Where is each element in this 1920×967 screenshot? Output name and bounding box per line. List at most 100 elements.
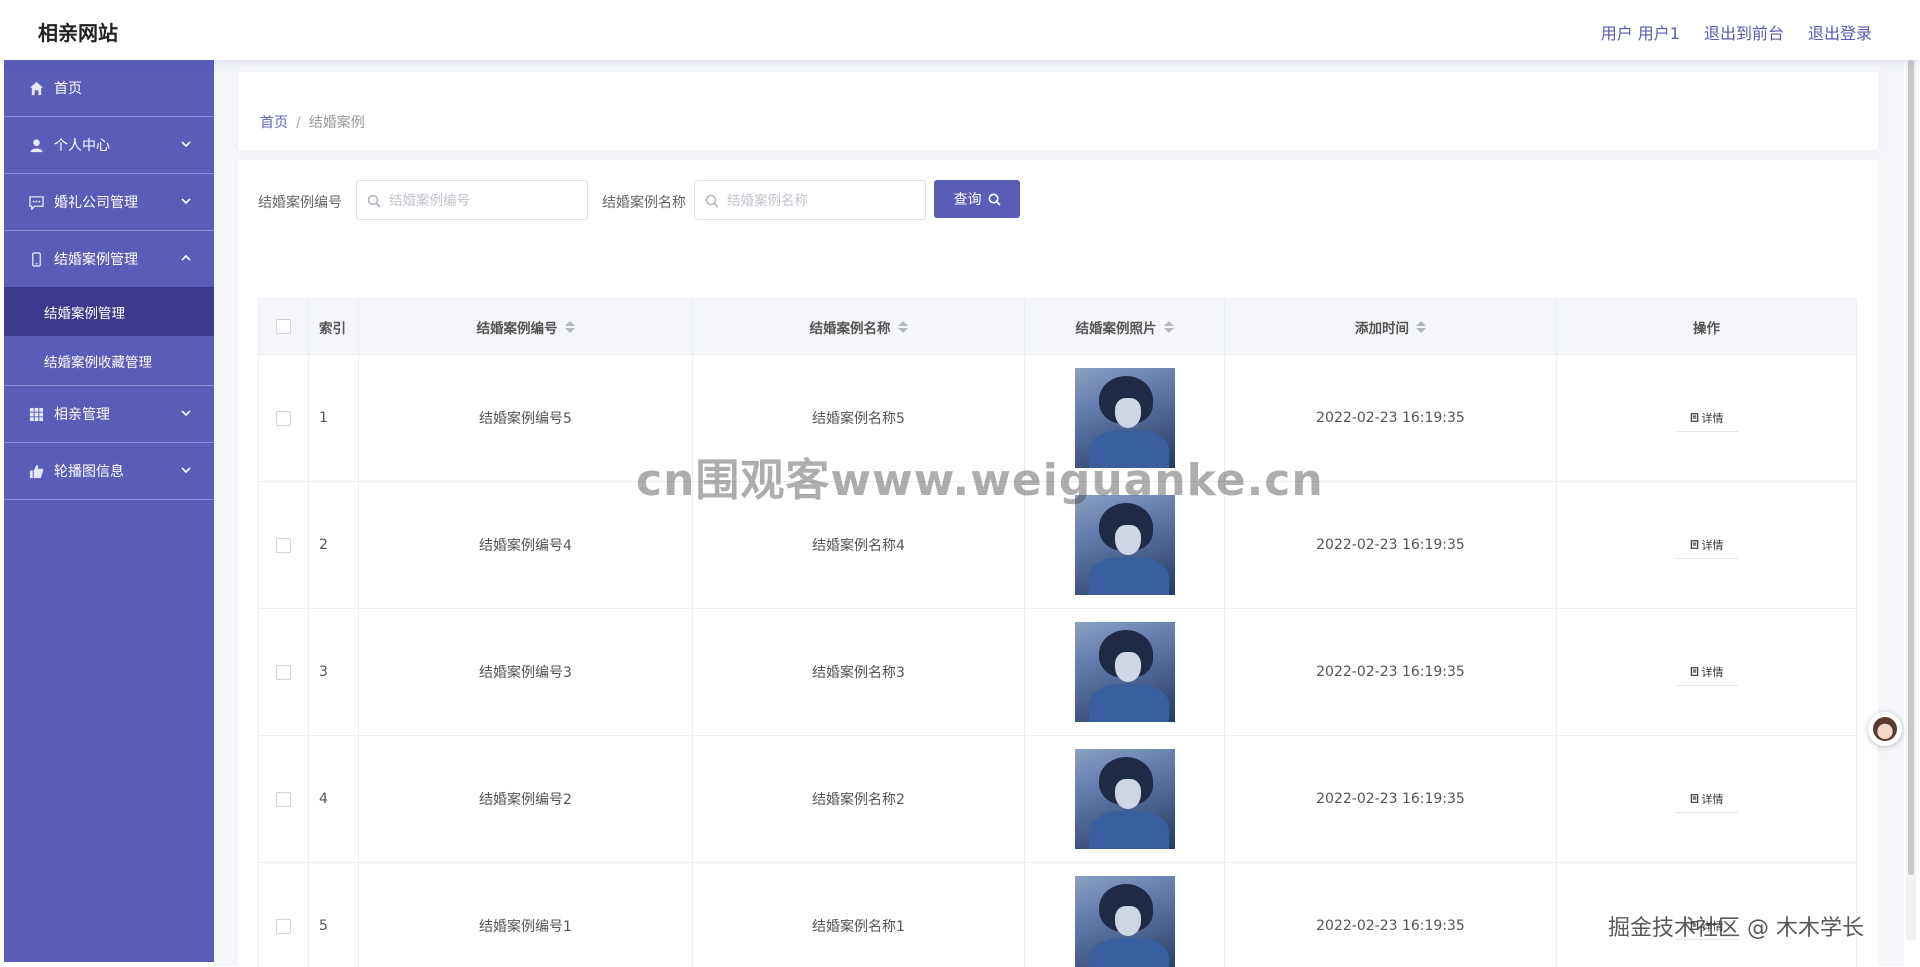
search-name-field[interactable] xyxy=(694,180,926,220)
row-name: 结婚案例名称1 xyxy=(693,863,1025,967)
row-checkbox[interactable] xyxy=(276,664,291,680)
row-checkbox[interactable] xyxy=(276,918,291,934)
main-area: 首页 / 结婚案例 结婚案例编号 结婚案例名称 查询 索引 结婚案例编号 结婚案例名… xyxy=(214,60,1904,967)
sidebar-subitem-case-manage[interactable]: 结婚案例管理 xyxy=(4,287,214,336)
detail-button-label: 详情 xyxy=(1701,919,1724,933)
table-header-row: 索引 结婚案例编号 结婚案例名称 结婚案例照片 添加时间 操作 xyxy=(259,299,1857,355)
query-button-label: 查询 xyxy=(953,192,982,208)
row-op-cell: 详情 xyxy=(1557,355,1857,481)
case-photo[interactable] xyxy=(1074,495,1175,595)
sidebar-item-label: 个人中心 xyxy=(54,138,110,154)
sidebar-item-personal[interactable]: 个人中心 xyxy=(4,117,214,174)
to-front-link[interactable]: 退出到前台 xyxy=(1704,20,1784,44)
row-time: 2022-02-23 16:19:35 xyxy=(1225,736,1557,862)
phone-icon xyxy=(28,251,44,267)
submenu-wedding-case: 结婚案例管理 结婚案例收藏管理 xyxy=(4,287,214,386)
home-icon xyxy=(28,80,44,96)
header-time-label: 添加时间 xyxy=(1355,320,1409,337)
row-op-cell: 详情 xyxy=(1557,736,1857,862)
header-no[interactable]: 结婚案例编号 xyxy=(359,299,693,354)
header-photo[interactable]: 结婚案例照片 xyxy=(1025,299,1225,354)
sort-icon[interactable] xyxy=(1163,320,1174,333)
case-photo[interactable] xyxy=(1074,876,1175,967)
case-photo[interactable] xyxy=(1074,622,1175,722)
search-no-input[interactable] xyxy=(387,189,581,213)
sidebar-item-wedding-company[interactable]: 婚礼公司管理 xyxy=(4,174,214,231)
sidebar-item-label: 轮播图信息 xyxy=(54,464,124,480)
row-index: 1 xyxy=(309,355,359,481)
chevron-down-icon xyxy=(180,407,192,419)
sidebar-item-home[interactable]: 首页 xyxy=(4,60,214,117)
breadcrumb-current: 结婚案例 xyxy=(308,115,365,131)
row-select-cell xyxy=(259,355,309,481)
search-icon xyxy=(705,193,719,208)
avatar-icon xyxy=(1873,717,1897,741)
search-no-label: 结婚案例编号 xyxy=(258,195,342,211)
sidebar-item-label: 相亲管理 xyxy=(54,407,110,423)
grid-icon xyxy=(28,406,44,422)
row-checkbox[interactable] xyxy=(276,791,291,807)
sidebar-subitem-case-favorite[interactable]: 结婚案例收藏管理 xyxy=(4,336,214,385)
content-card: 结婚案例编号 结婚案例名称 查询 索引 结婚案例编号 结婚案例名称 结婚案例照片… xyxy=(238,160,1878,967)
breadcrumb-separator: / xyxy=(296,115,301,131)
row-checkbox[interactable] xyxy=(276,410,291,426)
page-scrollbar[interactable] xyxy=(1906,60,1916,940)
row-select-cell xyxy=(259,482,309,608)
sort-icon[interactable] xyxy=(564,320,575,333)
search-name-input[interactable] xyxy=(725,189,919,213)
header-photo-label: 结婚案例照片 xyxy=(1075,320,1157,337)
scrollbar-thumb[interactable] xyxy=(1908,60,1914,875)
case-photo[interactable] xyxy=(1074,749,1175,849)
detail-button-label: 详情 xyxy=(1701,538,1724,552)
sort-icon[interactable] xyxy=(897,320,908,333)
row-no: 结婚案例编号2 xyxy=(359,736,693,862)
table-row: 5 结婚案例编号1 结婚案例名称1 2022-02-23 16:19:35 详情 xyxy=(259,863,1857,967)
row-time: 2022-02-23 16:19:35 xyxy=(1225,609,1557,735)
header-index-label: 索引 xyxy=(319,320,346,337)
sidebar-item-carousel[interactable]: 轮播图信息 xyxy=(4,443,214,500)
detail-button[interactable]: 详情 xyxy=(1675,785,1738,813)
header-op-label: 操作 xyxy=(1693,320,1720,337)
sort-icon[interactable] xyxy=(1416,320,1426,333)
sidebar-item-label: 首页 xyxy=(54,81,82,97)
row-time: 2022-02-23 16:19:35 xyxy=(1225,355,1557,481)
header-op: 操作 xyxy=(1557,299,1857,354)
document-icon xyxy=(1690,667,1698,676)
sidebar-item-matchmaking[interactable]: 相亲管理 xyxy=(4,386,214,443)
document-icon xyxy=(1690,921,1698,930)
chevron-down-icon xyxy=(180,138,192,150)
breadcrumb-home[interactable]: 首页 xyxy=(260,115,288,131)
header-time[interactable]: 添加时间 xyxy=(1225,299,1557,354)
row-photo-cell xyxy=(1025,863,1225,967)
chevron-down-icon xyxy=(180,464,192,476)
chat-icon xyxy=(28,194,44,210)
search-no-field[interactable] xyxy=(356,180,588,220)
search-name-label: 结婚案例名称 xyxy=(602,195,686,211)
detail-button[interactable]: 详情 xyxy=(1675,531,1738,559)
document-icon xyxy=(1690,413,1698,422)
top-bar: 相亲网站 用户 用户1 退出到前台 退出登录 xyxy=(0,0,1920,60)
row-name: 结婚案例名称5 xyxy=(693,355,1025,481)
sidebar-item-label: 婚礼公司管理 xyxy=(54,195,138,211)
row-index: 2 xyxy=(309,482,359,608)
logout-link[interactable]: 退出登录 xyxy=(1808,20,1872,44)
case-photo[interactable] xyxy=(1074,368,1175,468)
header-name-label: 结婚案例名称 xyxy=(809,320,891,337)
row-checkbox[interactable] xyxy=(276,537,291,553)
floating-avatar[interactable] xyxy=(1868,712,1902,746)
query-button[interactable]: 查询 xyxy=(934,180,1020,218)
sidebar-item-wedding-case[interactable]: 结婚案例管理 xyxy=(4,231,214,287)
sidebar: 首页 个人中心 婚礼公司管理 结婚案例管理 结婚案例管理 结婚案例收藏管理 相亲… xyxy=(4,60,214,962)
row-photo-cell xyxy=(1025,736,1225,862)
row-index: 3 xyxy=(309,609,359,735)
row-no: 结婚案例编号3 xyxy=(359,609,693,735)
header-name[interactable]: 结婚案例名称 xyxy=(693,299,1025,354)
detail-button[interactable]: 详情 xyxy=(1675,658,1738,686)
detail-button[interactable]: 详情 xyxy=(1675,912,1738,940)
row-photo-cell xyxy=(1025,609,1225,735)
row-select-cell xyxy=(259,736,309,862)
user-link[interactable]: 用户 用户1 xyxy=(1601,20,1680,44)
row-time: 2022-02-23 16:19:35 xyxy=(1225,482,1557,608)
detail-button[interactable]: 详情 xyxy=(1675,404,1738,432)
select-all-checkbox[interactable] xyxy=(276,319,291,334)
